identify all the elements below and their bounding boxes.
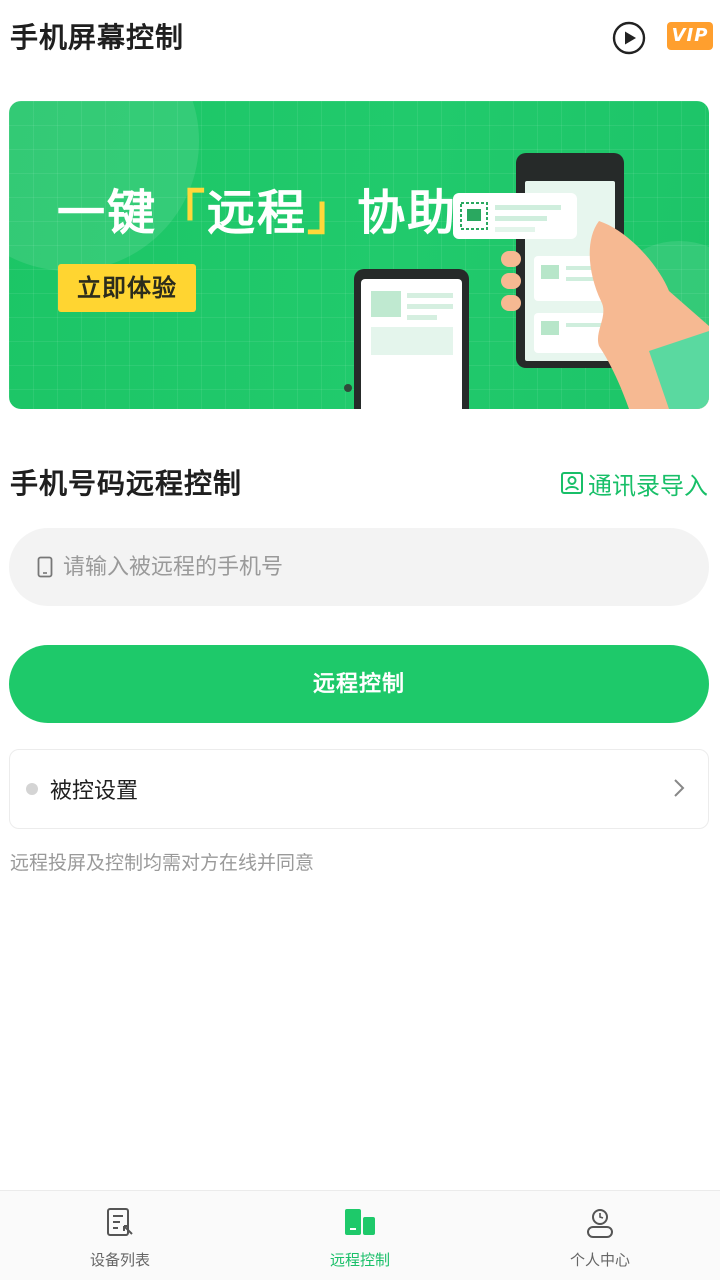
phone-input-field[interactable] bbox=[9, 528, 709, 606]
device-list-icon bbox=[107, 1208, 133, 1236]
tab-label: 设备列表 bbox=[89, 1251, 150, 1269]
bottom-tab-bar: 设备列表 远程控制 个人中心 bbox=[0, 1190, 720, 1280]
app-header: 手机屏幕控制 VIP bbox=[0, 0, 720, 76]
hint-text: 远程投屏及控制均需对方在线并同意 bbox=[10, 852, 315, 874]
banner-title-bracket-open: 「 bbox=[157, 185, 208, 241]
banner-title-highlight: 远程 bbox=[207, 185, 308, 241]
remote-control-icon bbox=[345, 1209, 375, 1235]
chevron-right-icon bbox=[674, 779, 685, 797]
play-circle-icon[interactable] bbox=[612, 21, 646, 55]
controlled-settings-row[interactable]: 被控设置 bbox=[9, 749, 709, 829]
status-dot bbox=[26, 783, 38, 795]
banner-title-prefix: 一键 bbox=[57, 185, 158, 241]
tab-label: 远程控制 bbox=[329, 1251, 390, 1269]
contacts-icon bbox=[561, 472, 583, 494]
banner-title-suffix: 协助 bbox=[357, 185, 458, 241]
banner-title: 一键「远程」协助 bbox=[57, 173, 457, 243]
app-title: 手机屏幕控制 bbox=[10, 21, 185, 54]
phone-input[interactable] bbox=[63, 554, 663, 580]
contacts-import-label: 通讯录导入 bbox=[588, 471, 708, 500]
remote-control-button[interactable]: 远程控制 bbox=[9, 645, 709, 723]
promo-banner[interactable]: 一键「远程」协助 立即体验 bbox=[9, 101, 709, 409]
controlled-settings-label: 被控设置 bbox=[50, 779, 139, 804]
tab-device-list[interactable]: 设备列表 bbox=[0, 1191, 240, 1280]
try-now-button[interactable]: 立即体验 bbox=[58, 264, 196, 312]
vip-badge[interactable]: VIP bbox=[667, 22, 713, 50]
contacts-import-link[interactable]: 通讯录导入 bbox=[560, 467, 708, 500]
banner-title-bracket-close: 」 bbox=[307, 185, 358, 241]
section-title: 手机号码远程控制 bbox=[10, 467, 243, 500]
profile-icon bbox=[587, 1209, 613, 1238]
phone-icon bbox=[37, 556, 53, 578]
tab-profile[interactable]: 个人中心 bbox=[480, 1191, 720, 1280]
tab-label: 个人中心 bbox=[569, 1251, 630, 1269]
banner-page-indicator bbox=[344, 384, 352, 392]
banner-illustration bbox=[9, 101, 709, 409]
tab-remote-control[interactable]: 远程控制 bbox=[240, 1191, 480, 1280]
